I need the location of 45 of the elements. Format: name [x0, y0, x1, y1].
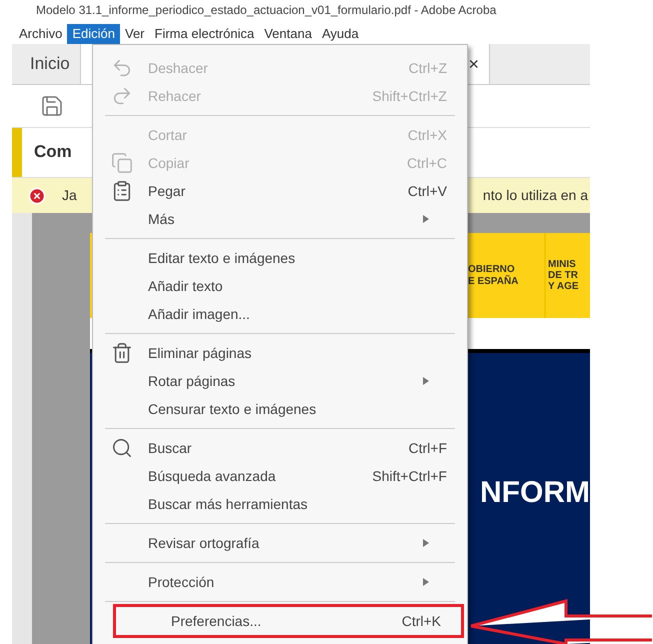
copy-icon	[111, 152, 133, 174]
menu-item[interactable]: Censurar texto e imágenes	[93, 395, 467, 423]
submenu-arrow-icon	[423, 539, 429, 547]
menu-bar-item[interactable]: Archivo	[14, 24, 68, 44]
menu-item[interactable]: Búsqueda avanzada Shift+Ctrl+F	[93, 462, 467, 490]
menu-item[interactable]: Rotar páginas	[93, 367, 467, 395]
redo-icon	[111, 85, 133, 107]
error-icon	[28, 186, 46, 204]
header-text: MINIS	[548, 259, 577, 270]
accent-bar	[12, 128, 22, 177]
menu-item[interactable]: Buscar más herramientas	[93, 490, 467, 518]
menu-bar-item[interactable]: Ventana	[259, 24, 317, 44]
search-icon	[111, 437, 133, 459]
submenu-arrow-icon	[423, 578, 429, 586]
header-text: E ESPAÑA	[468, 276, 520, 288]
menu-bar-item[interactable]: Ver	[120, 24, 150, 44]
menu-bar-item[interactable]: Firma electrónica	[150, 24, 260, 44]
menu-item[interactable]: Editar texto e imágenes	[93, 244, 467, 272]
undo-icon	[111, 57, 133, 79]
home-tab[interactable]: Inicio	[12, 44, 80, 84]
submenu-arrow-icon	[423, 215, 429, 223]
menu-item[interactable]: Más	[93, 205, 467, 233]
header-text: Y AGE	[548, 281, 580, 292]
menu-item[interactable]: Buscar Ctrl+F	[93, 434, 467, 462]
menu-bar-item[interactable]: Ayuda	[316, 24, 364, 44]
menu-item[interactable]: Eliminar páginas	[93, 339, 467, 367]
clipboard-icon	[111, 180, 133, 202]
header-text: OBIERNO	[468, 264, 516, 275]
warning-text: Ja	[62, 186, 77, 205]
header-text: DE TR	[548, 270, 579, 281]
banner-text: NFORM	[480, 475, 590, 511]
panel-title: Com	[33, 141, 72, 163]
save-icon[interactable]	[40, 94, 64, 118]
window-title: Modelo 31.1_informe_periodico_estado_actuacion_v01_formulario.pdf - Adobe Acroba	[36, 3, 496, 17]
menu-item[interactable]: Añadir texto	[93, 272, 467, 300]
menu-item[interactable]: Preferencias... Ctrl+K	[116, 607, 461, 635]
submenu-arrow-icon	[423, 377, 429, 385]
close-tab-button[interactable]: ×	[468, 50, 479, 78]
menu-item[interactable]: Revisar ortografía	[93, 529, 467, 557]
menu-bar-item[interactable]: Edición	[67, 24, 120, 44]
menu-item[interactable]: Añadir imagen...	[93, 300, 467, 328]
trash-icon	[111, 342, 133, 364]
menu-item[interactable]: Pegar Ctrl+V	[93, 177, 467, 205]
warning-text: nto lo utiliza en a	[482, 186, 589, 205]
menu-item[interactable]: Protección	[93, 568, 467, 596]
